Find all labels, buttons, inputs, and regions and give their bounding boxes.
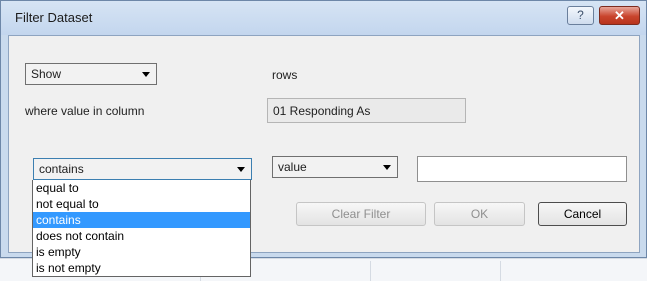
condition-select-value: contains	[39, 162, 84, 176]
cancel-button[interactable]: Cancel	[538, 202, 627, 226]
filter-value-input[interactable]	[417, 156, 627, 182]
show-select[interactable]: Show	[25, 63, 157, 85]
column-field: 01 Responding As	[267, 98, 466, 123]
chevron-down-icon	[142, 72, 150, 77]
clear-filter-button[interactable]: Clear Filter	[296, 202, 426, 226]
where-label: where value in column	[25, 104, 145, 118]
dialog-title: Filter Dataset	[15, 10, 93, 25]
dropdown-option-not-equal-to[interactable]: not equal to	[33, 196, 250, 212]
dropdown-option-equal-to[interactable]: equal to	[33, 180, 250, 196]
dropdown-option-does-not-contain[interactable]: does not contain	[33, 228, 250, 244]
column-field-value: 01 Responding As	[273, 104, 371, 118]
close-icon: ✕	[614, 8, 625, 23]
condition-select[interactable]: contains	[33, 158, 252, 180]
background-divider	[370, 261, 371, 281]
title-bar[interactable]: Filter Dataset ? ✕	[1, 1, 646, 35]
ok-button[interactable]: OK	[434, 202, 525, 226]
help-icon: ?	[577, 8, 584, 22]
chevron-down-icon	[237, 167, 245, 172]
value-type-select[interactable]: value	[272, 156, 398, 178]
dropdown-option-is-not-empty[interactable]: is not empty	[33, 260, 250, 276]
dropdown-option-contains[interactable]: contains	[33, 212, 250, 228]
help-button[interactable]: ?	[567, 6, 594, 25]
close-button[interactable]: ✕	[599, 6, 640, 25]
chevron-down-icon	[383, 165, 391, 170]
dropdown-option-is-empty[interactable]: is empty	[33, 244, 250, 260]
value-type-select-value: value	[278, 160, 307, 174]
condition-dropdown-list: equal to not equal to contains does not …	[32, 180, 251, 277]
show-select-value: Show	[31, 67, 62, 81]
rows-label: rows	[272, 68, 298, 82]
background-divider	[500, 261, 501, 281]
